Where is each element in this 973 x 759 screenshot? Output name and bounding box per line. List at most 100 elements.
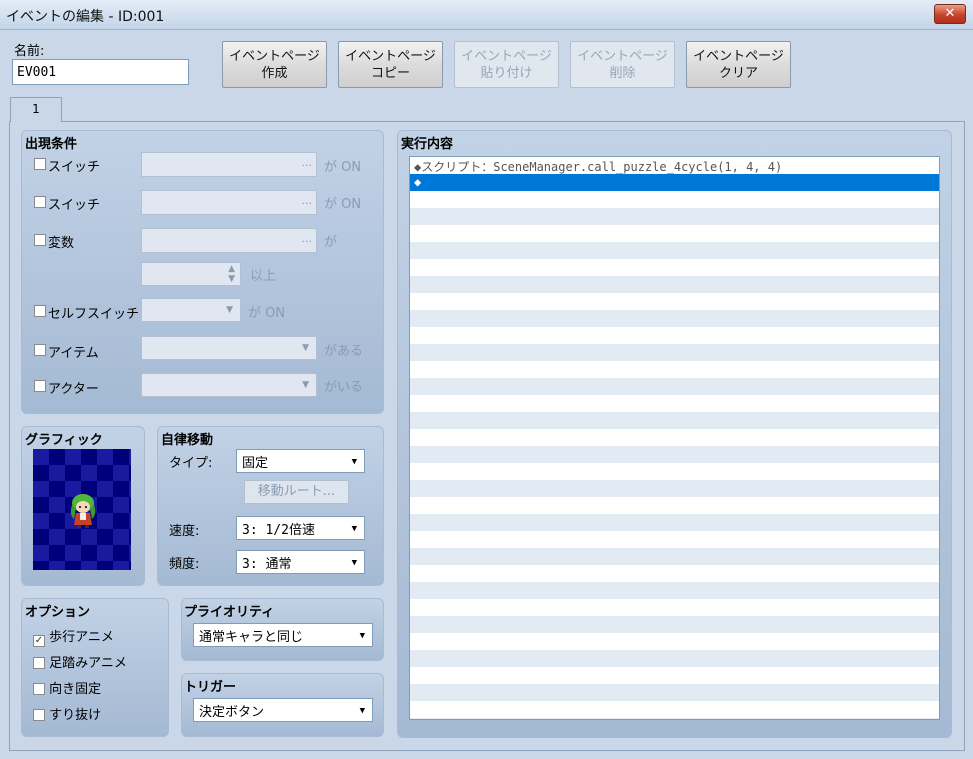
- copy-page-button-line1: イベントページ: [345, 49, 436, 64]
- empty-row: [410, 616, 939, 633]
- empty-row: [410, 276, 939, 293]
- variable-field[interactable]: ···: [141, 228, 317, 253]
- move-route-button[interactable]: 移動ルート...: [244, 480, 349, 504]
- copy-page-button-line2: コピー: [370, 66, 410, 81]
- spinner-up-icon[interactable]: ▲: [228, 264, 235, 274]
- command-text: ◆スクリプト：SceneManager.call_puzzle_4cycle(1…: [414, 160, 783, 174]
- switch2-label: スイッチ: [48, 198, 101, 213]
- item-checkbox[interactable]: [34, 344, 46, 356]
- empty-row: [410, 208, 939, 225]
- empty-row: [410, 463, 939, 480]
- walking-anime-label: 歩行アニメ: [49, 630, 114, 645]
- movement-title: 自律移動: [161, 433, 214, 448]
- walking-anime-checkbox[interactable]: ✓: [33, 635, 45, 647]
- option-through[interactable]: すり抜け: [33, 704, 101, 723]
- empty-row: [410, 412, 939, 429]
- name-label: 名前:: [14, 44, 45, 59]
- stepping-anime-checkbox[interactable]: [33, 657, 45, 669]
- spinner-down-icon[interactable]: ▼: [228, 274, 235, 284]
- empty-row: [410, 514, 939, 531]
- clear-page-button-line1: イベントページ: [693, 49, 784, 64]
- command-list[interactable]: ◆スクリプト：SceneManager.call_puzzle_4cycle(1…: [409, 156, 940, 720]
- empty-row: [410, 718, 939, 719]
- trigger-dropdown-icon: ▼: [359, 706, 365, 716]
- empty-row: [410, 293, 939, 310]
- tab-page-1[interactable]: 1: [10, 97, 62, 122]
- priority-select[interactable]: 通常キャラと同じ ▼: [193, 623, 373, 647]
- paste-page-button-line1: イベントページ: [461, 49, 552, 64]
- empty-row: [410, 310, 939, 327]
- paste-page-button[interactable]: イベントページ 貼り付け: [454, 41, 559, 88]
- direction-fix-checkbox[interactable]: [33, 683, 45, 695]
- empty-row: [410, 565, 939, 582]
- movement-speed-value: 3: 1/2倍速: [242, 523, 315, 538]
- option-stepping-anime[interactable]: 足踏みアニメ: [33, 652, 127, 671]
- trigger-value: 決定ボタン: [199, 705, 265, 720]
- movement-speed-label: 速度:: [169, 524, 200, 539]
- variable-label: 変数: [48, 236, 75, 251]
- empty-row: [410, 650, 939, 667]
- through-label: すり抜け: [49, 708, 102, 723]
- self-switch-dropdown-icon: ▼: [226, 305, 233, 315]
- self-switch-label: セルフスイッチ: [48, 307, 140, 322]
- empty-row: [410, 242, 939, 259]
- self-switch-checkbox[interactable]: [34, 305, 46, 317]
- actor-checkbox[interactable]: [34, 380, 46, 392]
- movement-speed-dropdown-icon: ▼: [351, 524, 357, 534]
- movement-type-select[interactable]: 固定 ▼: [236, 449, 365, 473]
- switch1-suffix: が ON: [324, 160, 362, 175]
- variable-suffix: が: [324, 235, 338, 250]
- movement-freq-select[interactable]: 3: 通常 ▼: [236, 550, 365, 574]
- graphic-title: グラフィック: [25, 433, 103, 448]
- delete-page-button-line1: イベントページ: [577, 49, 668, 64]
- movement-freq-value: 3: 通常: [242, 557, 292, 572]
- item-select[interactable]: ▼: [141, 336, 317, 360]
- option-walking-anime[interactable]: ✓ 歩行アニメ: [33, 626, 114, 647]
- movement-speed-select[interactable]: 3: 1/2倍速 ▼: [236, 516, 365, 540]
- empty-row: [410, 684, 939, 701]
- self-switch-select[interactable]: ▼: [141, 298, 241, 322]
- paste-page-button-line2: 貼り付け: [480, 66, 533, 81]
- empty-row: [410, 480, 939, 497]
- empty-row: [410, 667, 939, 684]
- option-direction-fix[interactable]: 向き固定: [33, 678, 101, 697]
- priority-title: プライオリティ: [184, 605, 275, 620]
- switch1-field[interactable]: ···: [141, 152, 317, 177]
- movement-type-dropdown-icon: ▼: [351, 457, 357, 467]
- empty-row: [410, 633, 939, 650]
- variable-browse-icon: ···: [301, 235, 313, 248]
- close-button[interactable]: ✕: [934, 4, 966, 24]
- clear-page-button[interactable]: イベントページ クリア: [686, 41, 791, 88]
- self-switch-suffix: が ON: [248, 306, 286, 321]
- actor-suffix: がいる: [324, 380, 364, 395]
- item-label: アイテム: [48, 346, 99, 361]
- create-page-button[interactable]: イベントページ 作成: [222, 41, 327, 88]
- command-row[interactable]: ◆スクリプト：SceneManager.call_puzzle_4cycle(1…: [410, 157, 939, 174]
- name-field[interactable]: [12, 59, 189, 85]
- graphic-preview[interactable]: [33, 449, 131, 570]
- movement-type-label: タイプ:: [169, 456, 213, 471]
- character-sprite-image: [33, 449, 131, 570]
- actor-select[interactable]: ▼: [141, 373, 317, 397]
- trigger-select[interactable]: 決定ボタン ▼: [193, 698, 373, 722]
- switch2-checkbox[interactable]: [34, 196, 46, 208]
- switch2-field[interactable]: ···: [141, 190, 317, 215]
- delete-page-button[interactable]: イベントページ 削除: [570, 41, 675, 88]
- variable-checkbox[interactable]: [34, 234, 46, 246]
- copy-page-button[interactable]: イベントページ コピー: [338, 41, 443, 88]
- command-row[interactable]: ◆: [410, 174, 939, 191]
- empty-row: [410, 701, 939, 718]
- empty-row: [410, 429, 939, 446]
- variable-value-spinner[interactable]: ▲ ▼: [141, 262, 241, 286]
- through-checkbox[interactable]: [33, 709, 45, 721]
- options-title: オプション: [25, 605, 91, 620]
- switch1-checkbox[interactable]: [34, 158, 46, 170]
- contents-title: 実行内容: [401, 137, 454, 152]
- actor-label: アクター: [48, 382, 99, 397]
- empty-row: [410, 259, 939, 276]
- window-title: イベントの編集 - ID:001: [6, 9, 165, 25]
- switch1-label: スイッチ: [48, 160, 101, 175]
- switch2-browse-icon: ···: [301, 197, 313, 210]
- empty-row: [410, 395, 939, 412]
- item-dropdown-icon: ▼: [302, 343, 309, 353]
